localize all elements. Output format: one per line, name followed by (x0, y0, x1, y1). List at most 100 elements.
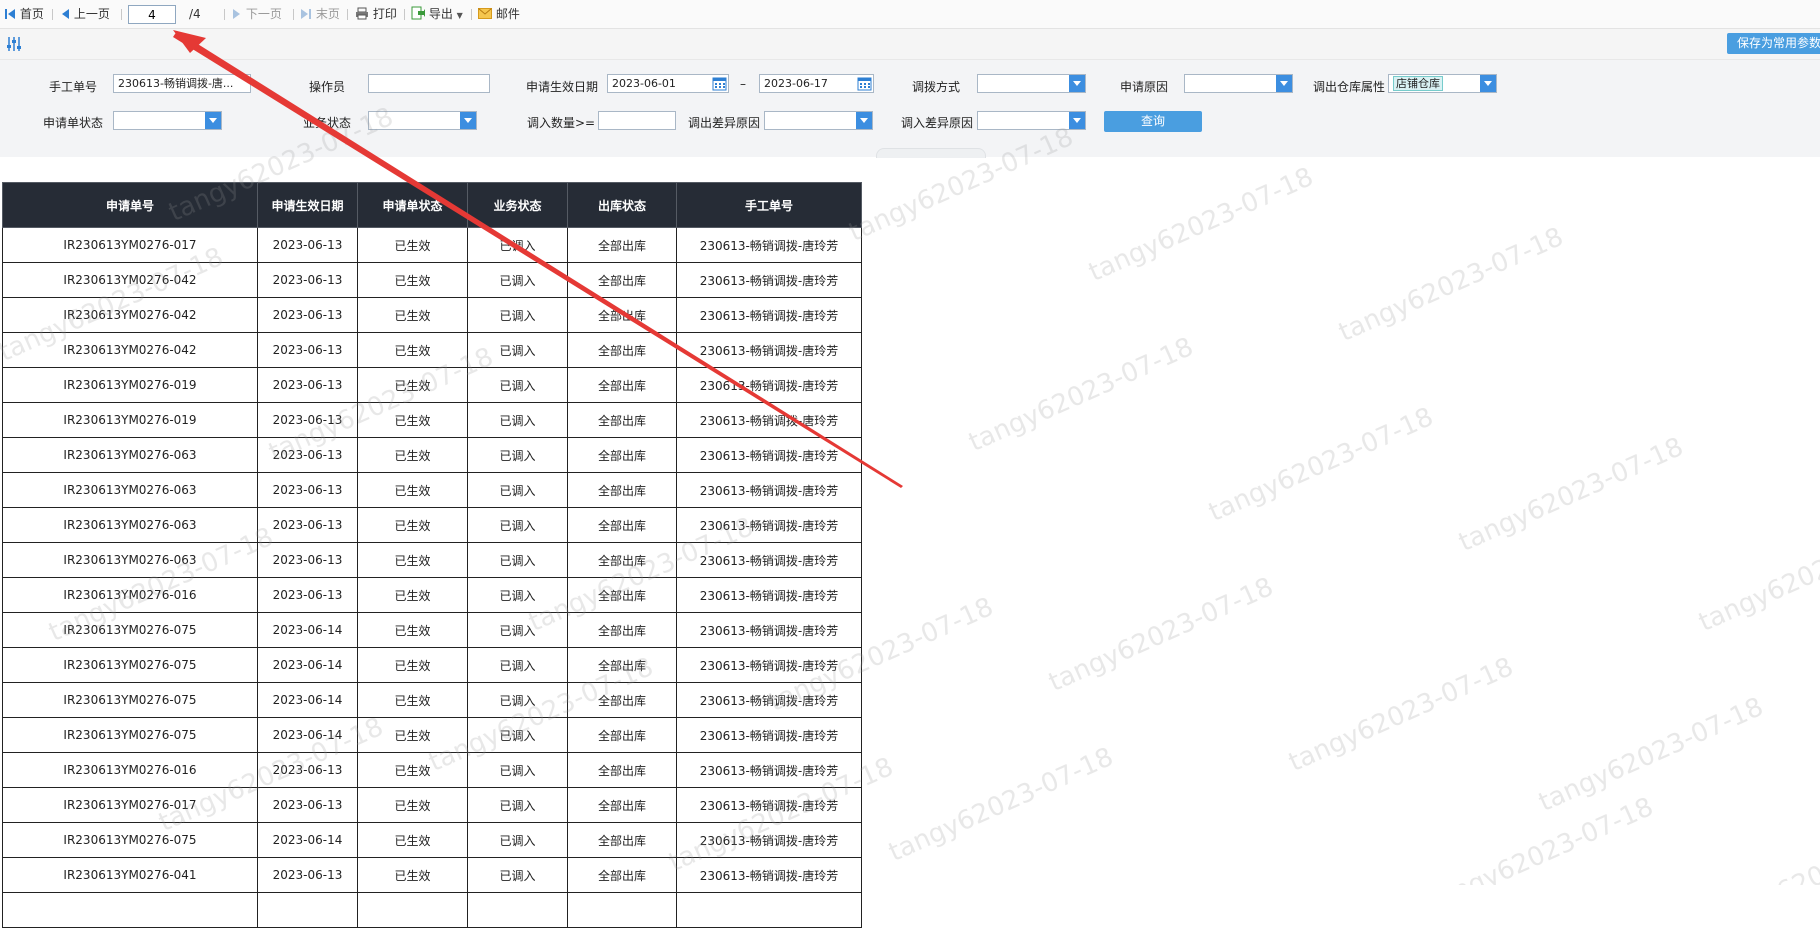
dropdown-arrow-icon[interactable] (205, 112, 221, 129)
table-row[interactable]: IR230613YM0276-075 2023-06-14 已生效 已调入 全部出库 23… (2, 612, 862, 648)
status-label: 申请单状态 (43, 116, 104, 130)
table-cell: IR230613YM0276-042 (2, 297, 258, 333)
table-cell (257, 892, 358, 928)
filter-panel (0, 60, 1820, 157)
manual-no-input[interactable]: 230613-畅销调拨-唐... (113, 74, 251, 93)
table-row[interactable]: IR230613YM0276-063 2023-06-13 已生效 已调入 全部出库 23… (2, 542, 862, 578)
column-header[interactable]: 申请单状态 (357, 182, 468, 228)
page-number-input[interactable] (128, 5, 176, 24)
table-row[interactable]: IR230613YM0276-016 2023-06-13 已生效 已调入 全部出库 23… (2, 752, 862, 788)
watermark-text: tangy62023-07-18 (964, 332, 1198, 458)
table-cell: 已生效 (357, 612, 468, 648)
biz-status-select[interactable] (368, 111, 477, 130)
table-cell: 230613-畅销调拨-唐玲芳 (676, 542, 862, 578)
dropdown-arrow-icon[interactable] (1276, 75, 1292, 92)
watermark-text: tangy62023-07-18 (1334, 222, 1568, 348)
column-header[interactable]: 手工单号 (676, 182, 862, 228)
column-header[interactable]: 出库状态 (567, 182, 677, 228)
table-cell: 已调入 (467, 437, 568, 473)
watermark-text: tangy62023-07-18 (1704, 812, 1820, 885)
table-cell: 全部出库 (567, 402, 677, 438)
reason-label: 申请原因 (1120, 80, 1169, 94)
table-row[interactable]: IR230613YM0276-041 2023-06-13 已生效 已调入 全部出库 23… (2, 857, 862, 893)
table-cell: 230613-畅销调拨-唐玲芳 (676, 822, 862, 858)
operator-input[interactable] (368, 74, 490, 93)
calendar-icon[interactable] (712, 76, 727, 91)
table-row[interactable]: IR230613YM0276-075 2023-06-14 已生效 已调入 全部出库 23… (2, 682, 862, 718)
in-diff-select[interactable] (977, 111, 1086, 130)
eff-date-from-input[interactable]: 2023-06-01 (607, 74, 729, 93)
table-row[interactable]: IR230613YM0276-075 2023-06-14 已生效 已调入 全部出库 23… (2, 647, 862, 683)
table-row[interactable]: IR230613YM0276-075 2023-06-14 已生效 已调入 全部出库 23… (2, 822, 862, 858)
export-button[interactable]: 导出 ▼ (411, 0, 463, 28)
table-row[interactable]: IR230613YM0276-019 2023-06-13 已生效 已调入 全部出库 23… (2, 367, 862, 403)
save-common-params-button[interactable]: 保存为常用参数 (1727, 33, 1820, 54)
out-diff-select[interactable] (764, 111, 873, 130)
watermark-text: tangy62023-07-18 (1454, 432, 1688, 558)
operator-label: 操作员 (309, 80, 346, 94)
table-cell: 230613-畅销调拨-唐玲芳 (676, 437, 862, 473)
table-row[interactable]: IR230613YM0276-042 2023-06-13 已生效 已调入 全部出库 23… (2, 332, 862, 368)
next-page-label: 下一页 (245, 7, 282, 21)
table-cell: 全部出库 (567, 507, 677, 543)
in-qty-label: 调入数量>= (527, 116, 596, 130)
table-cell: 230613-畅销调拨-唐玲芳 (676, 717, 862, 753)
dropdown-arrow-icon[interactable] (1480, 75, 1496, 92)
mail-button[interactable]: 邮件 (478, 0, 520, 28)
table-cell: 全部出库 (567, 227, 677, 263)
table-cell: 全部出库 (567, 332, 677, 368)
table-cell: IR230613YM0276-016 (2, 577, 258, 613)
manual-no-label: 手工单号 (49, 80, 98, 94)
table-row[interactable]: IR230613YM0276-063 2023-06-13 已生效 已调入 全部出库 23… (2, 507, 862, 543)
status-select[interactable] (113, 111, 222, 130)
filter-settings-icon[interactable] (6, 36, 22, 52)
table-row[interactable]: IR230613YM0276-017 2023-06-13 已生效 已调入 全部出库 23… (2, 787, 862, 823)
table-cell: 已调入 (467, 507, 568, 543)
table-row[interactable]: IR230613YM0276-063 2023-06-13 已生效 已调入 全部出库 23… (2, 472, 862, 508)
transfer-mode-label: 调拨方式 (912, 80, 961, 94)
in-qty-input[interactable] (598, 111, 676, 130)
table-cell: 2023-06-13 (257, 227, 358, 263)
dropdown-arrow-icon[interactable] (460, 112, 476, 129)
column-header[interactable]: 申请生效日期 (257, 182, 358, 228)
dropdown-arrow-icon[interactable] (1069, 112, 1085, 129)
table-row[interactable]: IR230613YM0276-063 2023-06-13 已生效 已调入 全部出库 23… (2, 437, 862, 473)
table-cell: 已调入 (467, 857, 568, 893)
table-cell (567, 892, 677, 928)
prev-page-button[interactable]: 上一页 (60, 0, 110, 28)
table-cell: 全部出库 (567, 262, 677, 298)
table-cell: 已生效 (357, 787, 468, 823)
table-cell: 已调入 (467, 262, 568, 298)
table-row[interactable]: IR230613YM0276-075 2023-06-14 已生效 已调入 全部出库 23… (2, 717, 862, 753)
dropdown-arrow-icon[interactable] (1069, 75, 1085, 92)
next-page-button[interactable]: 下一页 (232, 0, 282, 28)
prev-page-label: 上一页 (73, 7, 110, 21)
transfer-mode-select[interactable] (977, 74, 1086, 93)
table-cell: 2023-06-14 (257, 682, 358, 718)
table-row[interactable]: IR230613YM0276-042 2023-06-13 已生效 已调入 全部出库 23… (2, 297, 862, 333)
table-cell: 230613-畅销调拨-唐玲芳 (676, 472, 862, 508)
table-row[interactable]: IR230613YM0276-042 2023-06-13 已生效 已调入 全部出库 23… (2, 262, 862, 298)
table-row[interactable]: IR230613YM0276-016 2023-06-13 已生效 已调入 全部出库 23… (2, 577, 862, 613)
table-cell: 2023-06-13 (257, 472, 358, 508)
table-cell: 2023-06-13 (257, 577, 358, 613)
reason-select[interactable] (1184, 74, 1293, 93)
query-button[interactable]: 查询 (1104, 111, 1202, 132)
calendar-icon[interactable] (857, 76, 872, 91)
table-cell: 已调入 (467, 612, 568, 648)
table-cell: IR230613YM0276-019 (2, 402, 258, 438)
eff-date-to-input[interactable]: 2023-06-17 (759, 74, 874, 93)
table-row[interactable]: IR230613YM0276-017 2023-06-13 已生效 已调入 全部出库 23… (2, 227, 862, 263)
collapse-filter-tab[interactable] (876, 148, 986, 158)
dropdown-arrow-icon[interactable] (856, 112, 872, 129)
print-button[interactable]: 打印 (355, 0, 397, 28)
column-header[interactable]: 申请单号 (2, 182, 258, 228)
table-row[interactable]: IR230613YM0276-019 2023-06-13 已生效 已调入 全部出库 23… (2, 402, 862, 438)
table-cell: 已生效 (357, 717, 468, 753)
table-row[interactable] (2, 892, 862, 928)
column-header[interactable]: 业务状态 (467, 182, 568, 228)
last-page-button[interactable]: 末页 (300, 0, 340, 28)
out-wh-attr-select[interactable]: 店铺仓库 (1388, 74, 1497, 93)
table-cell: 全部出库 (567, 542, 677, 578)
first-page-button[interactable]: 首页 (4, 0, 44, 28)
